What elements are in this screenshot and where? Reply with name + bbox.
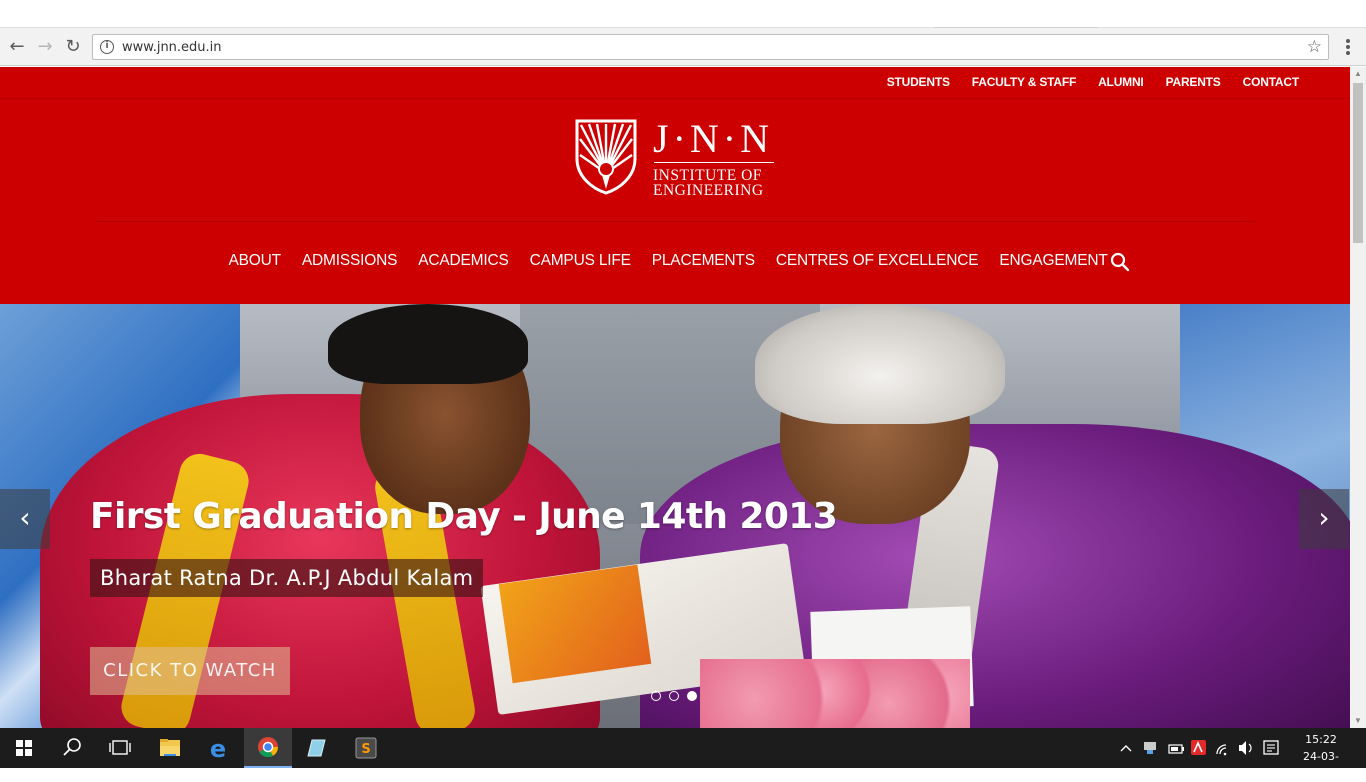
- edge-browser-icon[interactable]: e: [194, 728, 242, 768]
- nav-item-campus-life[interactable]: CAMPUS LIFE: [519, 252, 641, 270]
- slider-dots: [651, 691, 697, 701]
- scrollbar-thumb[interactable]: [1353, 83, 1363, 243]
- chrome-taskbar-item[interactable]: [244, 728, 292, 768]
- start-button[interactable]: [0, 728, 48, 768]
- address-bar[interactable]: i www.jnn.edu.in ☆: [92, 34, 1329, 60]
- logo-rule: [654, 162, 774, 163]
- clock-date: 24-03-2017: [1303, 750, 1339, 780]
- hero-photo-roses: [700, 659, 970, 728]
- site-logo[interactable]: J·N·N INSTITUTE OF ENGINEERING: [575, 116, 775, 199]
- nav-item-engagement[interactable]: ENGAGEMENT: [989, 252, 1118, 270]
- svg-text:S: S: [361, 742, 370, 757]
- windows-taskbar: e S 15:22 24-03-2017: [0, 728, 1366, 780]
- nav-item-centres-of-excellence[interactable]: CENTRES OF EXCELLENCE: [765, 252, 989, 270]
- site-info-icon[interactable]: i: [100, 40, 114, 54]
- forward-arrow-icon[interactable]: →: [34, 36, 56, 58]
- slider-dot[interactable]: [669, 691, 679, 701]
- site-header: STUDENTS FACULTY & STAFF ALUMNI PARENTS …: [0, 67, 1350, 304]
- hero-slider: First Graduation Day - June 14th 2013 Bh…: [0, 304, 1350, 728]
- utility-link-parents[interactable]: PARENTS: [1155, 75, 1232, 89]
- slider-next-icon[interactable]: ›: [1299, 489, 1349, 549]
- search-icon[interactable]: [1110, 252, 1130, 272]
- scroll-down-icon[interactable]: ▼: [1350, 714, 1366, 728]
- divider: [95, 221, 1255, 222]
- nav-item-academics[interactable]: ACADEMICS: [408, 252, 519, 270]
- click-to-watch-button[interactable]: CLICK TO WATCH: [90, 647, 290, 695]
- utility-link-faculty-staff[interactable]: FACULTY & STAFF: [961, 75, 1087, 89]
- hero-photo-figure: [328, 304, 528, 384]
- volume-icon[interactable]: [1239, 741, 1252, 755]
- main-nav: ABOUT ADMISSIONS ACADEMICS CAMPUS LIFE P…: [218, 252, 1118, 270]
- system-tray: [1120, 740, 1279, 756]
- clock-time: 15:22: [1305, 733, 1337, 746]
- slide-title: First Graduation Day - June 14th 2013: [90, 496, 838, 537]
- scroll-up-icon[interactable]: ▲: [1350, 67, 1366, 81]
- back-arrow-icon[interactable]: ←: [6, 36, 28, 58]
- chrome-icon: [258, 737, 279, 758]
- windows-logo-icon: [16, 740, 32, 756]
- slider-dot[interactable]: [651, 691, 661, 701]
- show-hidden-icons-icon[interactable]: [1120, 745, 1132, 752]
- bookmark-star-icon[interactable]: ☆: [1307, 37, 1322, 57]
- antivirus-icon[interactable]: [1191, 740, 1206, 755]
- sunburst-shield-icon: [575, 119, 637, 195]
- divider: [0, 98, 1350, 99]
- app-window-icon[interactable]: [292, 728, 340, 768]
- hero-photo-figure: [755, 304, 1005, 424]
- nav-item-about[interactable]: ABOUT: [218, 252, 291, 270]
- tab-strip: [0, 0, 1366, 28]
- utility-nav: STUDENTS FACULTY & STAFF ALUMNI PARENTS …: [876, 75, 1310, 89]
- svg-text:e: e: [210, 735, 226, 763]
- taskbar-clock[interactable]: 15:22 24-03-2017: [1290, 731, 1352, 782]
- file-explorer-icon[interactable]: [146, 728, 194, 768]
- web-page: STUDENTS FACULTY & STAFF ALUMNI PARENTS …: [0, 67, 1350, 728]
- slider-dot-active[interactable]: [687, 691, 697, 701]
- battery-icon[interactable]: [1168, 744, 1184, 754]
- new-tab-area[interactable]: [934, 0, 1098, 28]
- nav-item-admissions[interactable]: ADMISSIONS: [291, 252, 407, 270]
- logo-wordmark: J·N·N: [653, 116, 773, 161]
- task-view-icon[interactable]: [96, 728, 144, 768]
- search-icon[interactable]: [48, 728, 96, 768]
- page-scrollbar[interactable]: ▲ ▼: [1350, 67, 1366, 728]
- network-drive-icon[interactable]: [1144, 742, 1156, 754]
- wifi-icon[interactable]: [1216, 744, 1227, 756]
- browser-toolbar: ← → ↻ i www.jnn.edu.in ☆: [0, 28, 1366, 66]
- url-text[interactable]: www.jnn.edu.in: [122, 40, 222, 55]
- hero-photo-brochure: [498, 564, 652, 684]
- slide-subtitle: Bharat Ratna Dr. A.P.J Abdul Kalam: [90, 559, 484, 597]
- utility-link-students[interactable]: STUDENTS: [876, 75, 961, 89]
- reload-icon[interactable]: ↻: [62, 36, 84, 58]
- slider-prev-icon[interactable]: ‹: [0, 489, 50, 549]
- logo-subtitle-line2: ENGINEERING: [653, 182, 764, 199]
- utility-link-alumni[interactable]: ALUMNI: [1087, 75, 1154, 89]
- notifications-icon[interactable]: [1263, 740, 1279, 755]
- browser-menu-icon[interactable]: [1340, 37, 1356, 59]
- utility-link-contact[interactable]: CONTACT: [1232, 75, 1310, 89]
- nav-item-placements[interactable]: PLACEMENTS: [641, 252, 765, 270]
- sublime-text-icon[interactable]: S: [342, 728, 390, 768]
